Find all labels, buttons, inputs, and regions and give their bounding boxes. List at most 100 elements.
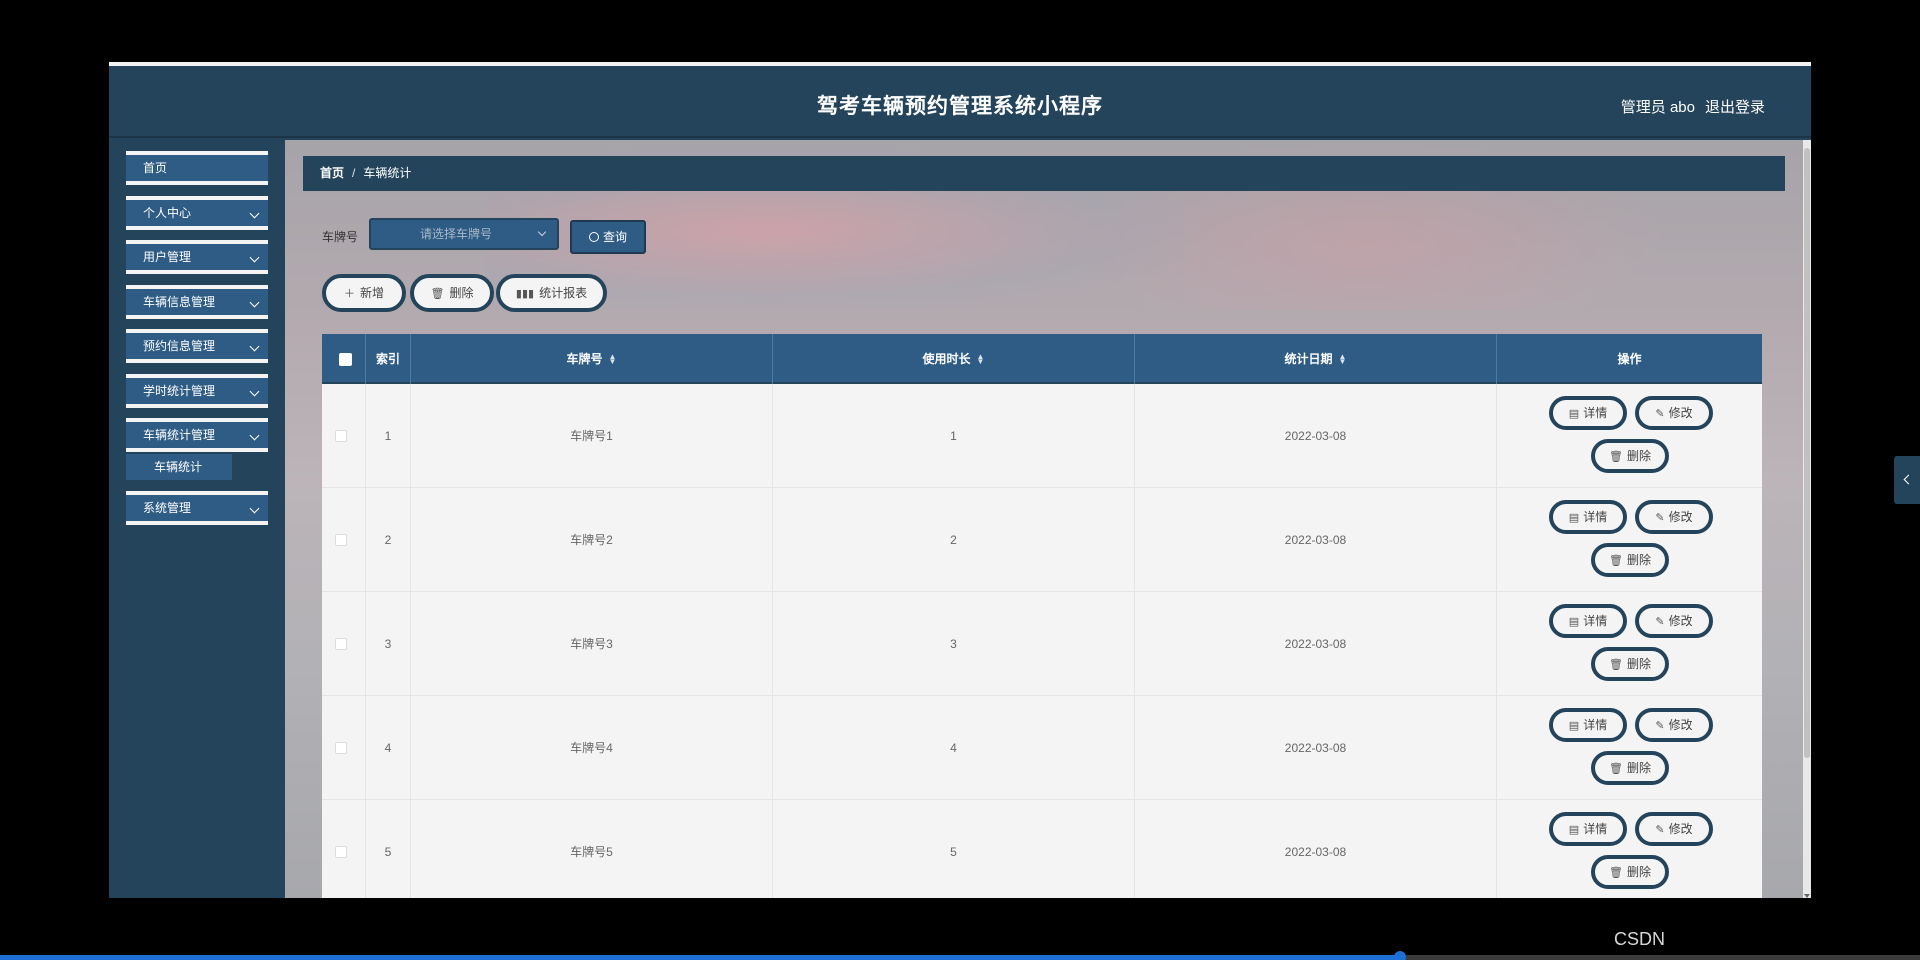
row-select-cell: [322, 696, 366, 800]
sidebar-item-label: 系统管理: [143, 501, 192, 515]
edit-button[interactable]: ✎ 修改: [1635, 396, 1713, 430]
report-button[interactable]: ▮▮▮ 统计报表: [496, 274, 607, 312]
column-header-label: 操作: [1617, 352, 1642, 366]
delete-button[interactable]: 🗑 删除: [1591, 543, 1669, 577]
pencil-icon: ✎: [1655, 720, 1665, 732]
delete-button[interactable]: 🗑 删除: [1591, 751, 1669, 785]
table-header: 索引 车牌号 ▲ ▼ 使用时长 ▲ ▼ 统计日期 ▲ ▼ 操作: [322, 334, 1762, 384]
scrollbar-thumb[interactable]: [1804, 148, 1810, 758]
breadcrumb-separator: /: [352, 166, 356, 180]
sidebar-item-user-management[interactable]: 用户管理: [126, 240, 268, 274]
row-checkbox[interactable]: [335, 846, 347, 858]
row-checkbox[interactable]: [335, 638, 347, 650]
cell-duration: 2: [773, 488, 1135, 592]
chevron-left-icon: [1903, 474, 1914, 485]
table-row: 3 车牌号3 3 2022-03-08 ▤ 详情 ✎ 修改 🗑 删除: [322, 592, 1762, 696]
table-row: 1 车牌号1 1 2022-03-08 ▤ 详情 ✎ 修改 🗑 删除: [322, 384, 1762, 488]
sidebar-item-personal-center[interactable]: 个人中心: [126, 196, 268, 230]
document-icon: ▤: [1568, 720, 1580, 732]
query-button[interactable]: 查询: [570, 220, 646, 254]
cell-actions: ▤ 详情 ✎ 修改 🗑 删除: [1497, 800, 1762, 898]
side-drawer-toggle[interactable]: [1894, 456, 1920, 504]
plate-select[interactable]: 请选择车牌号: [369, 218, 559, 250]
detail-button[interactable]: ▤ 详情: [1549, 812, 1627, 846]
cell-plate: 车牌号5: [411, 800, 773, 898]
detail-button[interactable]: ▤ 详情: [1549, 604, 1627, 638]
edit-button-label: 修改: [1668, 406, 1693, 420]
query-button-label: 查询: [602, 230, 627, 244]
cell-date: 2022-03-08: [1135, 696, 1497, 800]
sidebar-item-hours-stats[interactable]: 学时统计管理: [126, 374, 268, 408]
batch-delete-button[interactable]: 🗑 删除: [410, 274, 494, 312]
table-row: 4 车牌号4 4 2022-03-08 ▤ 详情 ✎ 修改 🗑 删除: [322, 696, 1762, 800]
row-checkbox[interactable]: [335, 430, 347, 442]
video-progress-knob[interactable]: [1394, 951, 1406, 960]
edit-button[interactable]: ✎ 修改: [1635, 812, 1713, 846]
sidebar: 首页 个人中心 用户管理 车辆信息管理 预约信息管理 学时统计管理 车辆统计管理…: [109, 140, 285, 898]
trash-icon: 🗑: [1609, 451, 1623, 463]
cell-actions: ▤ 详情 ✎ 修改 🗑 删除: [1497, 488, 1762, 592]
logout-button[interactable]: 退出登录: [1705, 96, 1765, 117]
edit-button[interactable]: ✎ 修改: [1635, 500, 1713, 534]
edit-button-label: 修改: [1668, 718, 1693, 732]
chevron-down-icon: [249, 430, 260, 441]
detail-button-label: 详情: [1583, 718, 1608, 732]
detail-button[interactable]: ▤ 详情: [1549, 708, 1627, 742]
header: 驾考车辆预约管理系统小程序 管理员 abo 退出登录: [109, 66, 1811, 138]
chevron-down-icon: [249, 208, 260, 219]
sidebar-item-vehicle-stats[interactable]: 车辆统计管理: [126, 418, 268, 452]
column-header-index: 索引: [366, 334, 411, 384]
column-header-duration[interactable]: 使用时长 ▲ ▼: [773, 334, 1135, 384]
plate-filter-label: 车牌号: [322, 230, 359, 244]
sort-icon[interactable]: ▲ ▼: [977, 353, 985, 366]
column-header-label: 统计日期: [1284, 352, 1333, 366]
cell-index: 1: [366, 384, 411, 488]
detail-button-label: 详情: [1583, 822, 1608, 836]
column-header-plate[interactable]: 车牌号 ▲ ▼: [411, 334, 773, 384]
trash-icon: 🗑: [1609, 659, 1623, 671]
delete-button[interactable]: 🗑 删除: [1591, 439, 1669, 473]
sort-icon[interactable]: ▲ ▼: [609, 353, 617, 366]
row-checkbox[interactable]: [335, 742, 347, 754]
cell-actions: ▤ 详情 ✎ 修改 🗑 删除: [1497, 384, 1762, 488]
delete-button[interactable]: 🗑 删除: [1591, 647, 1669, 681]
bar-chart-icon: ▮▮▮: [515, 288, 535, 300]
cell-index: 5: [366, 800, 411, 898]
row-checkbox[interactable]: [335, 534, 347, 546]
delete-button-label: 删除: [1626, 449, 1651, 463]
document-icon: ▤: [1568, 408, 1580, 420]
cell-plate: 车牌号3: [411, 592, 773, 696]
delete-button[interactable]: 🗑 删除: [1591, 855, 1669, 889]
cell-duration: 5: [773, 800, 1135, 898]
add-button-label: 新增: [359, 286, 384, 300]
detail-button[interactable]: ▤ 详情: [1549, 396, 1627, 430]
detail-button[interactable]: ▤ 详情: [1549, 500, 1627, 534]
sidebar-item-label: 预约信息管理: [143, 339, 216, 353]
edit-button[interactable]: ✎ 修改: [1635, 708, 1713, 742]
batch-delete-label: 删除: [449, 286, 474, 300]
vertical-scrollbar[interactable]: [1803, 140, 1811, 898]
sort-icon[interactable]: ▲ ▼: [1339, 353, 1347, 366]
table-row: 2 车牌号2 2 2022-03-08 ▤ 详情 ✎ 修改 🗑 删除: [322, 488, 1762, 592]
sidebar-item-label: 用户管理: [143, 250, 192, 264]
sidebar-item-reservation-info[interactable]: 预约信息管理: [126, 329, 268, 363]
chevron-down-icon: [249, 252, 260, 263]
sidebar-item-vehicle-info[interactable]: 车辆信息管理: [126, 285, 268, 319]
sidebar-item-home[interactable]: 首页: [126, 151, 268, 185]
edit-button-label: 修改: [1668, 614, 1693, 628]
breadcrumb-home[interactable]: 首页: [320, 166, 344, 180]
plate-select-placeholder: 请选择车牌号: [420, 227, 493, 241]
trash-icon: 🗑: [1609, 867, 1623, 879]
screen: 驾考车辆预约管理系统小程序 管理员 abo 退出登录 首页 个人中心 用户管理 …: [0, 0, 1920, 960]
current-user: 管理员 abo: [1620, 99, 1695, 116]
sidebar-subitem-vehicle-stats[interactable]: 车辆统计: [126, 454, 232, 480]
video-progress-remaining: [1400, 955, 1920, 960]
select-all-checkbox[interactable]: [339, 353, 352, 366]
add-button[interactable]: ＋ 新增: [322, 274, 406, 312]
column-header-date[interactable]: 统计日期 ▲ ▼: [1135, 334, 1497, 384]
sidebar-item-system[interactable]: 系统管理: [126, 491, 268, 525]
scroll-down-arrow-icon[interactable]: [1804, 894, 1810, 898]
edit-button[interactable]: ✎ 修改: [1635, 604, 1713, 638]
sidebar-item-label: 车辆信息管理: [143, 295, 216, 309]
delete-button-label: 删除: [1626, 865, 1651, 879]
